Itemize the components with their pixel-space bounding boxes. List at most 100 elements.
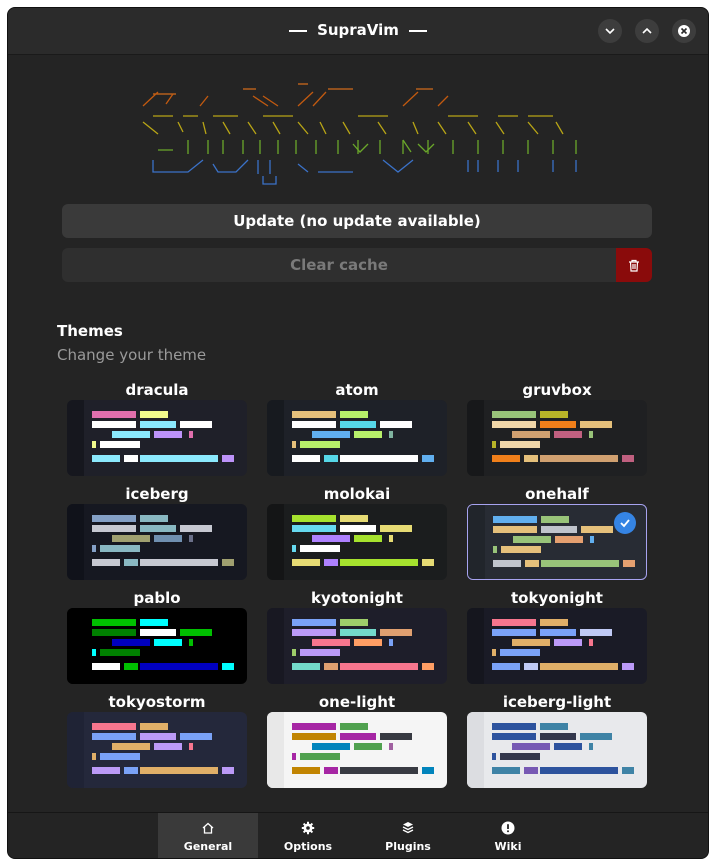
preview-code-bar [312,743,350,750]
theme-preview[interactable] [267,608,447,684]
preview-code-bar [324,663,338,670]
preview-gutter [267,712,284,788]
tab-plugins[interactable]: Plugins [358,813,458,858]
preview-code-bar [422,663,434,670]
themes-subheading: Change your theme [57,346,207,364]
theme-preview[interactable] [267,400,447,476]
preview-code-bar [140,663,218,670]
preview-code-bar [92,753,96,760]
preview-code-bar [589,743,593,750]
theme-preview[interactable] [267,712,447,788]
update-button[interactable]: Update (no update available) [62,204,652,238]
preview-code-bar [292,421,336,428]
gear-icon [301,821,315,835]
preview-code-bar [92,619,136,626]
preview-code-bar [354,535,382,542]
preview-code-bar [492,663,520,670]
preview-code-bar [512,431,550,438]
theme-preview[interactable] [67,712,247,788]
preview-code-bar [292,545,296,552]
theme-preview[interactable] [67,608,247,684]
tab-wiki[interactable]: Wiki [458,813,558,858]
theme-preview[interactable] [467,608,647,684]
minimize-button[interactable] [598,19,622,43]
preview-code-bar [180,525,212,532]
preview-code-bar [92,515,136,522]
info-icon [501,821,515,835]
preview-code-bar [524,663,538,670]
preview-code-bar [492,733,536,740]
preview-code-bar [622,455,634,462]
preview-code-bar [513,536,551,543]
preview-code-bar [292,767,320,774]
preview-code-bar [524,455,538,462]
tab-options[interactable]: Options [258,813,358,858]
theme-preview[interactable] [67,400,247,476]
preview-code-bar [124,455,138,462]
plugin-icon [402,822,414,834]
tab-general[interactable]: General [158,813,258,858]
theme-preview[interactable] [467,504,647,580]
preview-code-bar [112,535,150,542]
delete-cache-button[interactable] [616,248,652,282]
preview-code-bar [589,431,593,438]
preview-code-bar [340,559,418,566]
preview-code-bar [500,649,540,656]
themes-heading: Themes [57,322,123,340]
preview-code-bar [540,629,576,636]
preview-code-bar [540,723,568,730]
preview-code-bar [92,649,96,656]
chevron-up-icon [642,27,652,34]
preview-code-bar [324,455,338,462]
bottom-navigation: General Options Plugins Wiki [8,812,708,858]
preview-code-bar [300,545,340,552]
preview-code-bar [380,629,412,636]
preview-code-bar [154,535,182,542]
theme-preview[interactable] [267,504,447,580]
preview-code-bar [540,411,568,418]
trash-icon [629,259,639,272]
preview-code-bar [292,441,296,448]
preview-code-bar [512,639,550,646]
preview-code-bar [554,743,582,750]
tab-plugins-label: Plugins [385,840,431,853]
preview-code-bar [389,431,393,438]
preview-code-bar [140,629,176,636]
preview-code-bar [540,767,618,774]
preview-code-bar [492,649,496,656]
title-dash-right [408,29,427,32]
preview-code-bar [180,733,212,740]
supravim-ascii-logo [142,83,577,185]
preview-code-bar [92,629,136,636]
preview-code-bar [124,663,138,670]
preview-code-bar [92,421,136,428]
theme-preview[interactable] [467,400,647,476]
maximize-button[interactable] [635,19,659,43]
preview-code-bar [292,619,336,626]
preview-code-bar [492,723,536,730]
theme-name: one-light [318,693,396,711]
preview-code-bar [554,639,582,646]
preview-code-bar [389,535,393,542]
theme-name: tokyostorm [108,693,206,711]
preview-code-bar [389,743,393,750]
preview-code-bar [581,526,613,533]
preview-code-bar [300,649,340,656]
preview-code-bar [340,767,418,774]
clear-cache-button[interactable]: Clear cache [62,248,616,282]
preview-code-bar [292,411,336,418]
preview-code-bar [512,743,550,750]
preview-gutter [467,712,484,788]
theme-name: atom [335,381,379,399]
preview-code-bar [492,455,520,462]
close-button[interactable] [672,19,696,43]
preview-code-bar [292,515,336,522]
preview-code-bar [589,639,593,646]
preview-code-bar [92,733,136,740]
preview-gutter [467,400,484,476]
preview-code-bar [422,455,434,462]
preview-code-bar [354,743,382,750]
preview-code-bar [92,455,120,462]
theme-preview[interactable] [467,712,647,788]
theme-preview[interactable] [67,504,247,580]
